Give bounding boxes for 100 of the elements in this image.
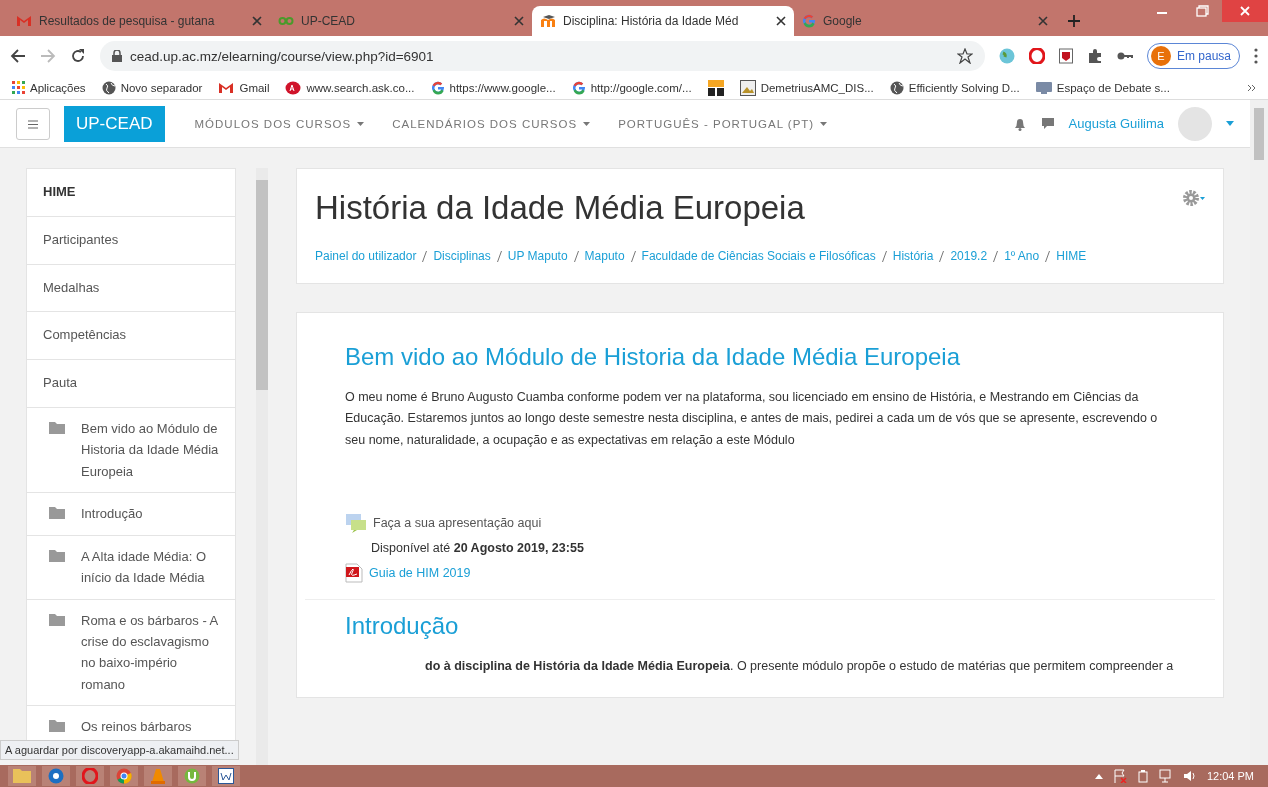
apps-grid-icon[interactable] <box>12 81 25 94</box>
key-icon[interactable] <box>1116 51 1133 61</box>
chrome-logo-icon <box>116 768 132 784</box>
show-hidden-icons-icon[interactable] <box>1094 773 1103 779</box>
lock-icon <box>112 50 122 62</box>
tab-title: Google <box>823 14 862 28</box>
window-close-button[interactable] <box>1222 0 1268 22</box>
clock-time[interactable]: 12:04 PM <box>1206 770 1254 782</box>
bookmark-tile-icon[interactable] <box>707 79 724 96</box>
taskbar-button[interactable] <box>42 766 70 786</box>
course-nav-heading[interactable]: HIME <box>27 169 235 217</box>
link-icon <box>278 16 294 26</box>
close-icon[interactable] <box>776 16 786 26</box>
folder-icon <box>49 422 65 434</box>
folder-icon <box>13 768 31 784</box>
nav-link[interactable]: Competências <box>27 312 235 361</box>
section-text: O meu nome é Bruno Augusto Cuamba conforme podem ver na plataforma, sou licenciado em ensino de História, e Mestrando em Ciências da Educação. Estaremos juntos ao longo deste semestre nesta disciplina, e antes de mais, pedirei a cada um de vós que se apresente, escrevendo o seu nome, naturalidade, a ocupação e as expectativas em relação a este Módulo <box>345 389 1159 449</box>
mail-icon[interactable] <box>218 81 235 94</box>
menu-toggle-button[interactable] <box>16 107 50 140</box>
puzzle-icon[interactable] <box>1086 48 1103 64</box>
flag-icon[interactable] <box>1112 769 1127 783</box>
bookmark-link[interactable]: http://google.com/... <box>590 81 692 94</box>
chat-icon[interactable] <box>1040 116 1055 131</box>
nav-link[interactable]: Roma e os bárbaros - A crise do esclavagismo no baixo-império romano <box>81 609 219 696</box>
browser-tab[interactable]: Resultados de pesquisa - gutana <box>8 6 270 36</box>
nav-link[interactable]: Os reinos bárbaros <box>81 716 192 738</box>
caret-icon[interactable] <box>1226 121 1234 126</box>
bookmark-link[interactable]: https://www.google... <box>449 81 556 94</box>
globe-extension-icon[interactable] <box>998 48 1015 64</box>
nav-link[interactable]: Introdução <box>81 503 143 525</box>
nav-link[interactable]: Bem vido ao Módulo de Historia da Idade Média Europeia <box>81 418 219 483</box>
folder-icon <box>49 549 65 562</box>
volume-icon[interactable] <box>1182 770 1197 782</box>
browser-tab[interactable]: Google <box>794 6 1056 36</box>
mail-icon <box>16 15 32 27</box>
section-title: Bem vido ao Módulo de Historia da Idade Média Europeia <box>345 343 962 371</box>
taskbar-button[interactable] <box>212 766 240 786</box>
google-g-icon <box>802 14 816 28</box>
slash-separator-icon <box>939 250 945 262</box>
nav-menu[interactable]: MÓDULOS DOS CURSOS <box>194 117 352 130</box>
opera-logo-icon <box>82 768 98 784</box>
folder-icon <box>49 720 65 733</box>
bookmark-link[interactable]: Aplicações <box>30 81 86 94</box>
taskbar-button[interactable] <box>178 766 206 786</box>
activity-link[interactable]: Faça a sua apresentação aqui <box>373 515 542 530</box>
globe-icon[interactable] <box>889 80 904 95</box>
pdf-file-icon <box>345 562 363 583</box>
slash-separator-icon <box>881 250 887 262</box>
taskbar-button[interactable] <box>110 766 138 786</box>
menu-icon <box>28 119 38 129</box>
nav-menu[interactable]: PORTUGUÊS - PORTUGAL (PT) <box>618 117 815 130</box>
globe-icon[interactable] <box>101 80 116 95</box>
bookmark-link[interactable]: www.search.ask.co... <box>306 81 415 94</box>
slash-separator-icon <box>630 250 636 262</box>
graduation-cap-icon <box>540 14 556 28</box>
traffic-cone-icon <box>150 768 166 784</box>
nav-menu[interactable]: CALENDÁRIOS DOS CURSOS <box>392 117 578 130</box>
bookmark-link[interactable]: Efficiently Solving D... <box>908 81 1020 94</box>
picture-icon[interactable] <box>739 79 756 96</box>
folder-icon <box>49 507 65 520</box>
caret-icon[interactable] <box>357 121 365 126</box>
bookmark-link[interactable]: Gmail <box>239 81 270 94</box>
more-menu-icon[interactable] <box>1254 48 1258 64</box>
nav-link[interactable]: Medalhas <box>27 264 235 313</box>
ask-logo-icon[interactable] <box>285 80 302 95</box>
more-bookmarks-icon[interactable] <box>1247 83 1256 92</box>
settings-icon[interactable] <box>1183 189 1205 207</box>
back-icon[interactable] <box>10 48 26 64</box>
bookmark-link[interactable]: Espaço de Debate s... <box>1056 81 1170 94</box>
tab-title: Disciplina: História da Idade Méd <box>563 14 739 28</box>
section-title: Introdução <box>345 611 460 640</box>
browser-tab[interactable]: Disciplina: História da Idade Méd <box>532 6 794 36</box>
shield-extension-icon[interactable] <box>1058 48 1073 64</box>
monitor-icon[interactable] <box>1035 81 1052 94</box>
address-bar[interactable]: cead.up.ac.mz/elearning/course/view.php?id=6901 <box>100 41 985 71</box>
new-tab-icon[interactable] <box>1068 15 1080 27</box>
folder-icon <box>49 613 65 626</box>
nav-link[interactable]: A Alta idade Média: O início da Idade Média <box>81 545 219 589</box>
star-icon[interactable] <box>956 48 973 64</box>
url-text: cead.up.ac.mz/elearning/course/view.php?id=6901 <box>130 48 435 64</box>
nav-link[interactable]: Pauta <box>27 360 235 408</box>
slash-separator-icon <box>573 250 579 262</box>
reload-icon[interactable] <box>70 48 86 64</box>
sidebar-scrollbar[interactable] <box>256 168 268 765</box>
google-g-icon[interactable] <box>430 80 445 95</box>
caret-icon[interactable] <box>820 121 828 126</box>
bookmark-link[interactable]: DemetriusAMC_DIS... <box>760 81 874 94</box>
tab-title: UP-CEAD <box>301 14 355 28</box>
opera-logo-icon[interactable] <box>1028 48 1045 64</box>
google-g-icon[interactable] <box>571 80 586 95</box>
browser-tab[interactable]: UP-CEAD <box>270 6 532 36</box>
nav-link[interactable]: Participantes <box>27 216 235 265</box>
loading-status-tooltip: A aguardar por discoveryapp-a.akamaihd.net... <box>0 740 239 760</box>
bell-icon[interactable] <box>1012 116 1027 131</box>
document-app-icon <box>218 768 234 784</box>
caret-icon[interactable] <box>583 121 591 126</box>
disc-icon <box>48 768 64 784</box>
slash-separator-icon <box>993 250 999 262</box>
bookmark-link[interactable]: Novo separador <box>120 81 203 94</box>
network-icon[interactable] <box>1158 769 1173 783</box>
